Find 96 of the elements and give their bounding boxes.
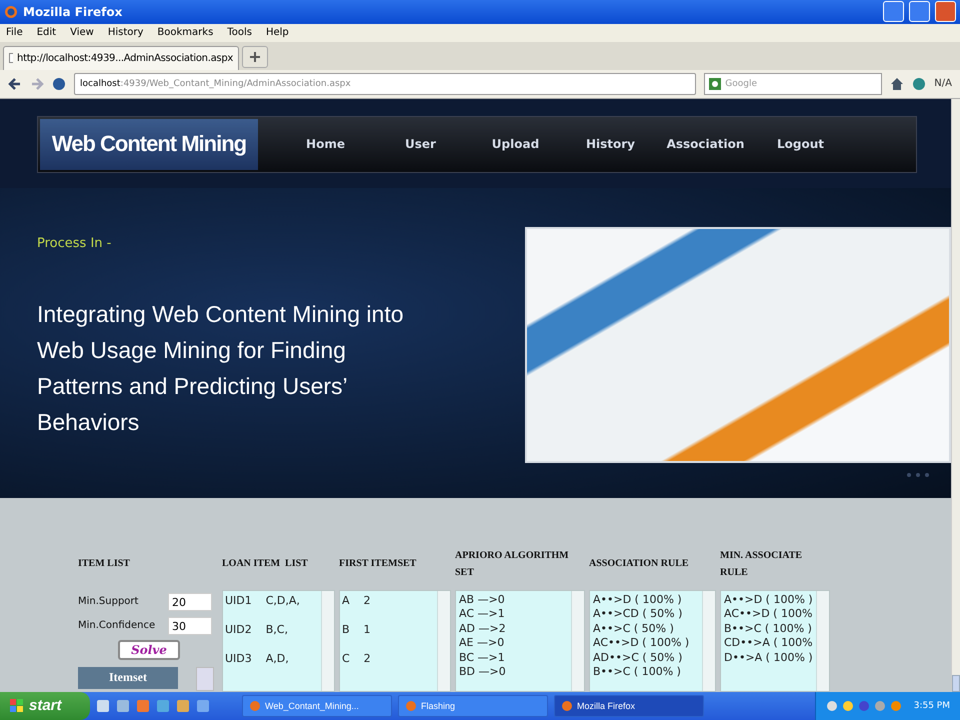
menu-item[interactable]: View <box>70 27 94 38</box>
itemset-button[interactable]: Itemset <box>78 666 178 689</box>
menu-item[interactable]: Tools <box>227 27 252 38</box>
tray-icon[interactable] <box>826 700 838 712</box>
page-icon <box>9 53 14 64</box>
browser-tab[interactable]: http://localhost:4939...AdminAssociation.aspx <box>3 46 239 70</box>
scroll-down-button[interactable] <box>952 674 960 692</box>
list-item: B••>C ( 100% ) <box>724 622 813 636</box>
plus-icon <box>250 52 260 62</box>
tray-icon[interactable] <box>874 700 886 712</box>
forward-icon[interactable] <box>30 76 44 91</box>
clock: 3:55 PM <box>914 700 950 711</box>
quick-launch-icon[interactable] <box>116 698 130 713</box>
site-logo: Web Content Mining <box>40 118 258 170</box>
list-item: UID3 A,D, <box>225 652 290 665</box>
nav-link[interactable]: Upload <box>468 137 563 152</box>
number-field[interactable]: 20 <box>168 592 212 611</box>
firefox-icon <box>4 4 18 19</box>
column-heading: LOAN ITEM LIST <box>222 557 309 572</box>
list-item: B••>C ( 100% ) <box>593 665 682 680</box>
menu-item[interactable]: File <box>6 27 23 38</box>
list-item: AC —>1 <box>459 607 506 622</box>
tray-icon[interactable] <box>858 700 870 712</box>
list-item: AD —>2 <box>459 622 507 636</box>
address-field[interactable]: localhost:4939/Web_Contant_Mining/AdminAssociation.aspx <box>74 72 696 95</box>
list-item: AC••>D ( 100% ) <box>593 636 690 651</box>
field-label: Min.Confidence <box>78 620 156 632</box>
tray-icon[interactable] <box>842 700 854 712</box>
list-item: UID2 B,C, <box>225 622 289 636</box>
quick-launch-icon[interactable] <box>196 698 210 713</box>
column-heading: APRIORO ALGORITHM SET <box>455 548 570 580</box>
addon-label: N/A <box>934 78 952 90</box>
app-icon <box>561 700 573 712</box>
list-item: UID1 C,D,A, <box>225 594 301 607</box>
column-heading: ASSOCIATION RULE <box>589 557 690 572</box>
list-box[interactable]: UID1 C,D,A, UID2 B,C, UID3 A,D, <box>222 590 335 692</box>
column-heading: MIN. ASSOCIATE RULE <box>720 548 804 580</box>
taskbar-button[interactable]: Flashing <box>398 694 548 717</box>
quick-launch-icon[interactable] <box>176 698 190 713</box>
taskbar-button[interactable]: Web_Contant_Mining... <box>242 694 392 717</box>
list-item: D••>A ( 100% ) <box>724 650 813 666</box>
menu-item[interactable]: Bookmarks <box>157 27 214 38</box>
list-box[interactable]: A••>D ( 100% ) A••>CD ( 50% ) A••>C ( 50% ) AC••>D ( 100% ) AD••>C ( 50% ) B••>C ( 100% ) <box>589 590 716 692</box>
list-item: B 1 <box>342 622 372 636</box>
maximize-button[interactable] <box>909 1 930 22</box>
list-item: A••>D ( 100% ) <box>593 592 683 608</box>
list-item: AD••>C ( 50% ) <box>593 650 684 666</box>
windows-flag-icon <box>10 698 24 713</box>
field-label: Min.Support <box>78 596 140 608</box>
list-box[interactable]: AB —>0 AC —>1 AD —>2 AE —>0 BC —>1 BD —>0 <box>455 590 585 692</box>
app-icon <box>405 700 417 712</box>
list-item: AC••>D ( 100% <box>724 607 813 622</box>
list-item: AB —>0 <box>459 592 506 608</box>
quick-launch-icon[interactable] <box>136 698 150 713</box>
quick-launch-icon[interactable] <box>156 698 170 713</box>
list-item: BD —>0 <box>459 665 507 680</box>
list-item: C 2 <box>342 652 372 665</box>
list-box[interactable]: A 2 B 1 C 2 <box>339 590 451 692</box>
minimize-button[interactable] <box>883 1 904 22</box>
list-item: CD••>A ( 100% <box>724 636 813 651</box>
menu-item[interactable]: History <box>108 27 144 38</box>
list-item: A 2 <box>342 594 372 607</box>
menu-item[interactable]: Help <box>266 27 289 38</box>
headline: Integrating Web Content Mining into Web Usage Mining for Finding Patterns and Predicting Users’ Behaviors <box>37 300 405 437</box>
slide-dot[interactable] <box>916 472 920 477</box>
list-item: A••>D ( 100% ) <box>724 592 813 608</box>
list-item: A••>CD ( 50% ) <box>593 607 684 622</box>
taskbar-button[interactable]: Mozilla Firefox <box>554 694 704 717</box>
quick-launch-icon[interactable] <box>96 698 110 713</box>
process-label: Process In - <box>37 236 112 251</box>
scroll-button[interactable] <box>196 666 214 691</box>
nav-link[interactable]: Home <box>278 137 373 152</box>
column-heading: ITEM LIST <box>78 557 131 572</box>
list-item: A••>C ( 50% ) <box>593 622 675 636</box>
menu-item[interactable]: Edit <box>36 27 56 38</box>
solve-button[interactable]: Solve <box>118 640 180 660</box>
column-heading: FIRST ITEMSET <box>339 557 418 572</box>
nav-link[interactable]: Logout <box>753 137 848 152</box>
nav-link[interactable]: User <box>373 137 468 152</box>
google-icon <box>709 78 722 90</box>
nav-link[interactable]: Association <box>658 137 753 152</box>
slide-dot[interactable] <box>907 472 911 477</box>
new-tab-button[interactable] <box>242 46 268 68</box>
slide-dot[interactable] <box>925 472 929 477</box>
list-item: BC —>1 <box>459 650 506 666</box>
back-icon[interactable] <box>8 76 22 91</box>
list-item: AE —>0 <box>459 636 506 651</box>
nav-link[interactable]: History <box>563 137 658 152</box>
app-icon <box>249 700 261 712</box>
window-title: Mozilla Firefox <box>23 4 124 19</box>
home-icon[interactable] <box>890 76 904 91</box>
close-button[interactable] <box>935 1 956 22</box>
number-field[interactable]: 30 <box>168 616 212 635</box>
tray-icon[interactable] <box>890 700 902 712</box>
list-box[interactable]: A••>D ( 100% ) AC••>D ( 100% B••>C ( 100% ) CD••>A ( 100% D••>A ( 100% ) <box>720 590 830 692</box>
start-button[interactable]: start <box>0 692 90 720</box>
